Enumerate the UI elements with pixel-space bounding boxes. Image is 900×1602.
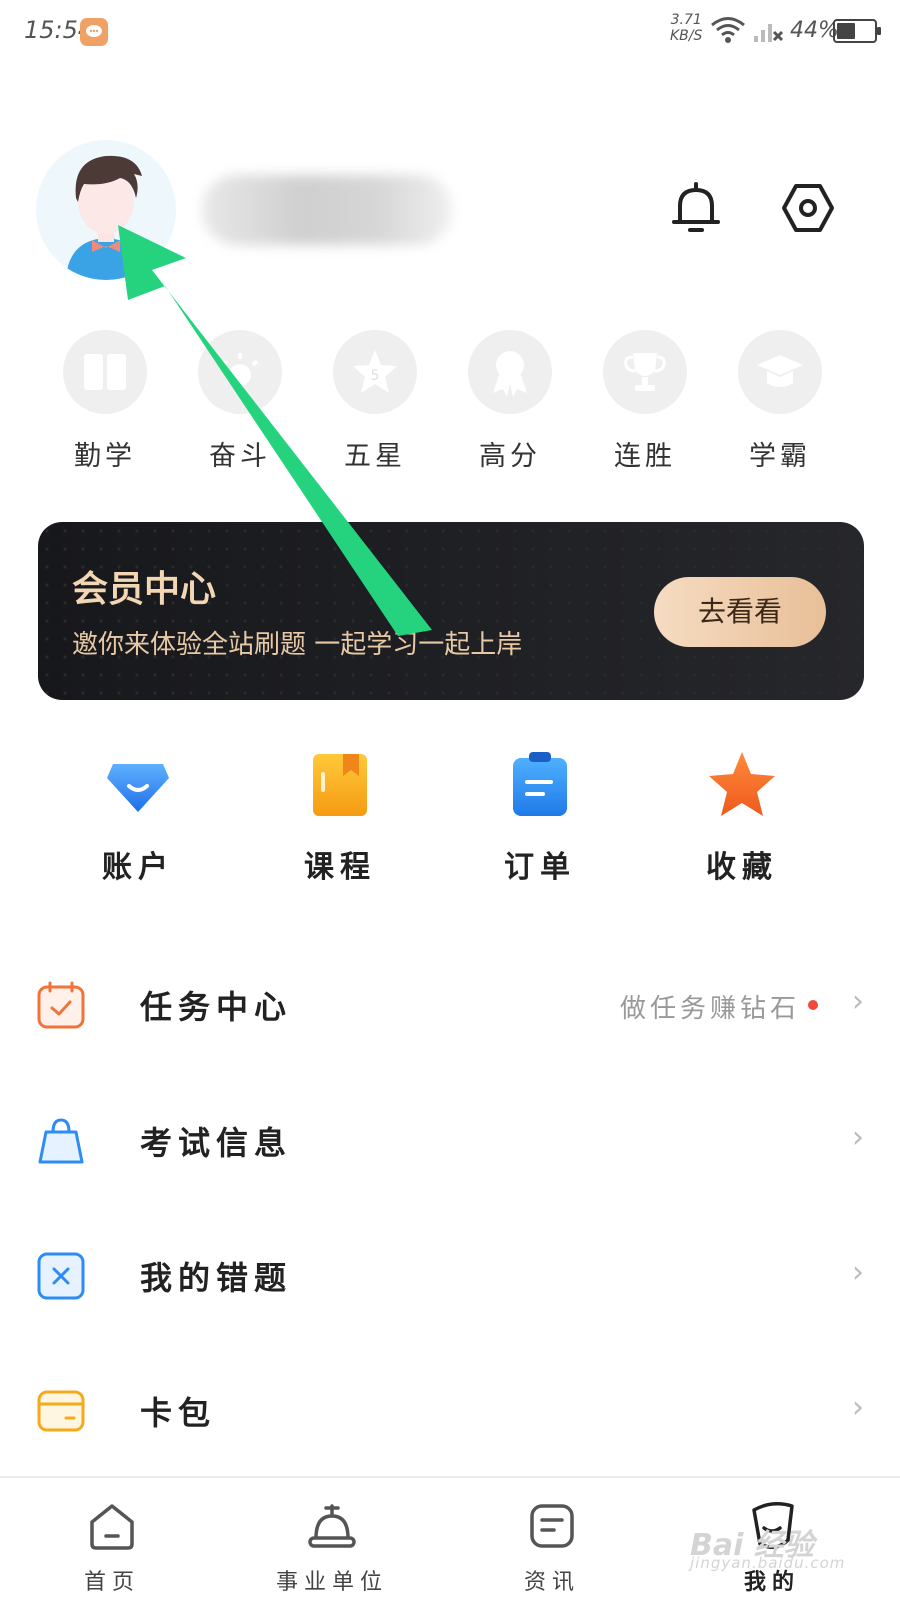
username-blurred: [202, 175, 452, 245]
ribbon-medal-icon: [468, 330, 552, 414]
tab-label: 资讯: [523, 1570, 580, 1595]
badge-liansheng[interactable]: 连胜: [590, 330, 700, 473]
badge-qinxue[interactable]: 勤学: [50, 330, 160, 473]
star-5-icon: 5: [333, 330, 417, 414]
news-icon: [526, 1500, 578, 1552]
network-speed: 3.71 KB/S: [670, 12, 702, 44]
menu-exam-info[interactable]: 考试信息 ›: [0, 1088, 900, 1188]
chevron-right-icon: ›: [852, 984, 864, 1019]
tab-news[interactable]: 资讯: [482, 1500, 622, 1596]
calendar-check-icon: [36, 980, 86, 1030]
cellular-signal-icon: [752, 18, 786, 48]
red-dot-badge: [808, 1000, 818, 1010]
chevron-right-icon: ›: [852, 1255, 864, 1290]
bell-dome-icon: [306, 1500, 358, 1552]
wallet-icon: [103, 750, 173, 820]
badge-xueba[interactable]: 学霸: [725, 330, 835, 473]
menu-label: 我的错题: [140, 1259, 293, 1297]
badge-fendou[interactable]: 奋斗: [185, 330, 295, 473]
message-notification-icon: [80, 18, 108, 46]
menu-task-center[interactable]: 任务中心 做任务赚钻石 ›: [0, 952, 900, 1052]
menu-my-mistakes[interactable]: 我的错题 ›: [0, 1223, 900, 1323]
member-center-banner[interactable]: 会员中心 邀你来体验全站刷题 一起学习一起上岸 去看看: [38, 522, 864, 700]
order-clipboard-icon: [505, 750, 575, 820]
card-icon: [36, 1386, 86, 1436]
wifi-icon: [710, 16, 746, 48]
quick-order[interactable]: 订单: [470, 750, 610, 886]
star-icon: [707, 750, 777, 820]
badge-label: 奋斗: [209, 441, 271, 472]
badge-label: 连胜: [614, 441, 676, 472]
status-bar: 15:54 3.71 KB/S 44%: [0, 0, 900, 62]
badge-label: 五星: [344, 441, 406, 472]
battery-percent: 44%: [790, 18, 839, 43]
go-see-button[interactable]: 去看看: [654, 577, 826, 647]
quick-label: 账户: [102, 850, 174, 885]
book-icon: [63, 330, 147, 414]
network-speed-value: 3.71: [670, 12, 702, 28]
menu-label: 任务中心: [140, 988, 293, 1026]
menu-hint: 做任务赚钻石: [619, 994, 800, 1024]
badge-label: 学霸: [749, 441, 811, 472]
quick-account[interactable]: 账户: [68, 750, 208, 886]
menu-card-wallet[interactable]: 卡包 ›: [0, 1358, 900, 1458]
badge-wuxing[interactable]: 5 五星: [320, 330, 430, 473]
home-icon: [86, 1500, 138, 1552]
quick-label: 收藏: [706, 850, 778, 885]
trophy-icon: [603, 330, 687, 414]
graduation-cap-icon: [738, 330, 822, 414]
battery-icon: [833, 19, 881, 43]
menu-label: 考试信息: [140, 1124, 293, 1162]
quick-label: 订单: [504, 850, 576, 885]
watermark: Bai 经验 jingyan.baidu.com: [690, 1520, 844, 1572]
tab-home[interactable]: 首页: [42, 1500, 182, 1596]
settings-icon[interactable]: [780, 180, 836, 236]
member-center-subtitle: 邀你来体验全站刷题 一起学习一起上岸: [72, 630, 523, 660]
watermark-subtext: jingyan.baidu.com: [690, 1554, 846, 1572]
sun-icon: [198, 330, 282, 414]
bell-icon[interactable]: [668, 180, 724, 236]
menu-label: 卡包: [140, 1394, 217, 1432]
tab-label: 首页: [83, 1570, 140, 1595]
svg-text:5: 5: [371, 368, 380, 384]
chevron-right-icon: ›: [852, 1120, 864, 1155]
badge-gaofen[interactable]: 高分: [455, 330, 565, 473]
chevron-right-icon: ›: [852, 1390, 864, 1425]
x-box-icon: [36, 1251, 86, 1301]
network-speed-unit: KB/S: [670, 28, 703, 44]
avatar[interactable]: [36, 140, 176, 280]
tab-public-institution[interactable]: 事业单位: [262, 1500, 402, 1596]
badge-label: 勤学: [74, 441, 136, 472]
member-center-title: 会员中心: [72, 569, 217, 610]
quick-label: 课程: [304, 850, 376, 885]
course-book-icon: [305, 750, 375, 820]
quick-favorites[interactable]: 收藏: [672, 750, 812, 886]
badge-label: 高分: [479, 441, 541, 472]
bag-icon: [36, 1116, 86, 1166]
tab-label: 事业单位: [275, 1570, 388, 1595]
quick-course[interactable]: 课程: [270, 750, 410, 886]
